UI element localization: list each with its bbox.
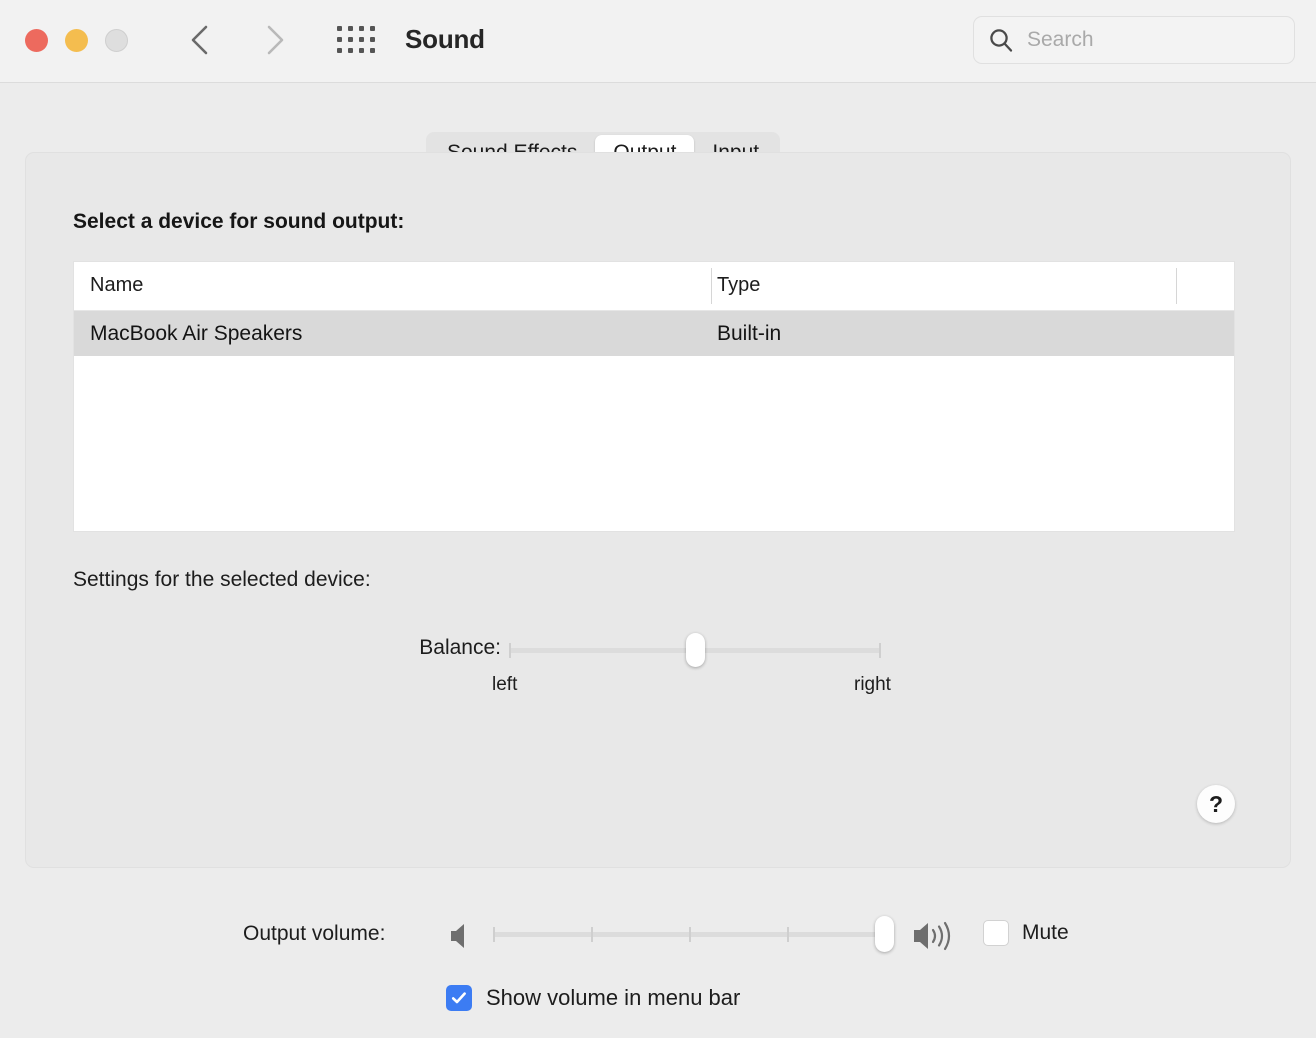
column-header-name[interactable]: Name bbox=[90, 274, 143, 297]
balance-label: Balance: bbox=[321, 636, 501, 660]
help-button[interactable]: ? bbox=[1197, 785, 1235, 823]
table-row[interactable]: MacBook Air Speakers Built-in bbox=[74, 311, 1234, 356]
column-header-type[interactable]: Type bbox=[717, 274, 760, 297]
balance-slider[interactable] bbox=[509, 636, 881, 666]
mute-control[interactable]: Mute bbox=[983, 920, 1069, 946]
chevron-right-icon bbox=[264, 24, 286, 56]
title-bar: Sound bbox=[0, 0, 1316, 83]
volume-tick bbox=[493, 927, 495, 942]
column-divider[interactable] bbox=[711, 268, 712, 304]
output-volume-label: Output volume: bbox=[243, 922, 385, 946]
show-volume-control[interactable]: Show volume in menu bar bbox=[446, 985, 740, 1011]
balance-slider-thumb[interactable] bbox=[686, 633, 705, 667]
page-title: Sound bbox=[405, 24, 485, 55]
settings-section-title: Settings for the selected device: bbox=[73, 568, 371, 592]
close-button[interactable] bbox=[25, 29, 48, 52]
search-input[interactable] bbox=[1025, 27, 1269, 53]
zoom-button bbox=[105, 29, 128, 52]
back-button[interactable] bbox=[178, 18, 222, 62]
traffic-lights bbox=[25, 29, 128, 52]
show-all-grid-icon[interactable] bbox=[334, 24, 380, 56]
balance-tick-left bbox=[509, 643, 511, 658]
speaker-low-icon bbox=[448, 920, 478, 957]
show-volume-checkbox[interactable] bbox=[446, 985, 472, 1011]
volume-tick bbox=[787, 927, 789, 942]
table-header-row: Name Type bbox=[74, 262, 1234, 311]
checkmark-icon bbox=[450, 989, 468, 1007]
output-volume-track[interactable] bbox=[493, 932, 881, 937]
mute-label: Mute bbox=[1022, 921, 1069, 945]
column-divider[interactable] bbox=[1176, 268, 1177, 304]
speaker-high-icon bbox=[911, 918, 963, 959]
output-volume-slider[interactable] bbox=[493, 920, 881, 950]
output-device-table[interactable]: Name Type MacBook Air Speakers Built-in bbox=[73, 261, 1235, 532]
volume-tick bbox=[591, 927, 593, 942]
mute-checkbox[interactable] bbox=[983, 920, 1009, 946]
search-icon bbox=[988, 27, 1015, 54]
chevron-left-icon bbox=[189, 24, 211, 56]
minimize-button[interactable] bbox=[65, 29, 88, 52]
volume-tick bbox=[689, 927, 691, 942]
device-name-cell: MacBook Air Speakers bbox=[90, 322, 302, 346]
device-type-cell: Built-in bbox=[717, 322, 781, 346]
show-volume-label: Show volume in menu bar bbox=[486, 985, 740, 1011]
device-section-title: Select a device for sound output: bbox=[73, 210, 404, 234]
search-field[interactable] bbox=[973, 16, 1295, 64]
balance-right-label: right bbox=[854, 674, 891, 696]
balance-tick-right bbox=[879, 643, 881, 658]
help-question-icon: ? bbox=[1209, 791, 1223, 818]
forward-button bbox=[253, 18, 297, 62]
balance-left-label: left bbox=[492, 674, 517, 696]
output-settings-panel: Select a device for sound output: Name T… bbox=[25, 152, 1291, 868]
output-volume-thumb[interactable] bbox=[875, 916, 894, 952]
